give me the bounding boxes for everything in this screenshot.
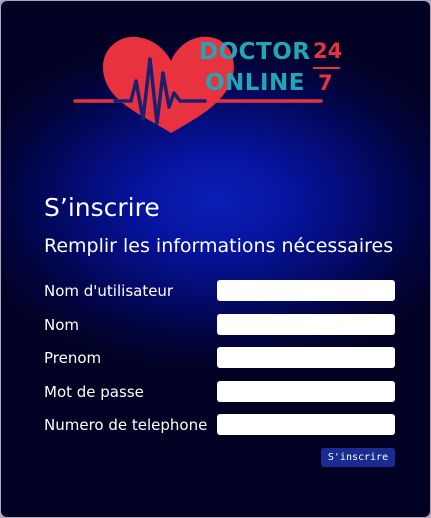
phone-input[interactable] bbox=[217, 414, 395, 435]
username-label: Nom d'utilisateur bbox=[44, 282, 174, 300]
logo-fraction-bar bbox=[313, 67, 340, 69]
logo-7-text: 7 bbox=[318, 71, 333, 95]
prenom-input[interactable] bbox=[217, 347, 395, 368]
signup-button[interactable]: S'inscrire bbox=[321, 448, 395, 467]
page-title: S’inscrire bbox=[44, 193, 160, 222]
password-input[interactable] bbox=[217, 381, 395, 402]
logo-24-text: 24 bbox=[313, 39, 343, 63]
field-row-prenom: Prenom bbox=[44, 347, 396, 369]
username-input[interactable] bbox=[217, 280, 395, 301]
field-row-password: Mot de passe bbox=[44, 381, 396, 403]
logo-doctor-text: DOCTOR bbox=[199, 39, 311, 65]
signup-window: DOCTOR ONLINE 24 7 S’inscrire Remplir le… bbox=[1, 1, 430, 517]
field-row-nom: Nom bbox=[44, 314, 396, 336]
page-subtitle: Remplir les informations nécessaires bbox=[44, 235, 394, 257]
field-row-phone: Numero de telephone bbox=[44, 414, 396, 436]
phone-label: Numero de telephone bbox=[44, 416, 208, 434]
logo-online-text: ONLINE bbox=[205, 70, 305, 96]
nom-input[interactable] bbox=[217, 314, 395, 335]
password-label: Mot de passe bbox=[44, 383, 144, 401]
nom-label: Nom bbox=[44, 316, 80, 334]
prenom-label: Prenom bbox=[44, 349, 102, 367]
field-row-username: Nom d'utilisateur bbox=[44, 280, 396, 302]
